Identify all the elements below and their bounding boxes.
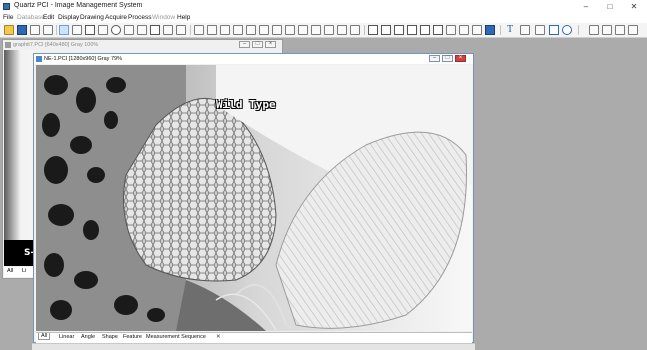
- text-tool-icon[interactable]: T: [505, 25, 515, 35]
- tab-all[interactable]: All: [38, 333, 51, 340]
- menu-help[interactable]: Help: [177, 14, 190, 21]
- menu-display[interactable]: Display: [58, 14, 79, 21]
- tab-close-icon[interactable]: ✕: [216, 334, 221, 340]
- image-content: [4, 50, 34, 240]
- app-title: Quartz PCI - Image Management System: [14, 2, 143, 9]
- image-canvas[interactable]: S-: [4, 50, 34, 266]
- line-tool-icon[interactable]: [520, 25, 530, 35]
- measure-length-icon[interactable]: [194, 25, 204, 35]
- camera-icon[interactable]: [485, 25, 495, 35]
- horizontal-scrollbar[interactable]: [32, 343, 475, 350]
- toolbar-separator: [190, 25, 191, 35]
- window-icon: [5, 42, 11, 48]
- ellipse-select-icon[interactable]: [111, 25, 121, 35]
- close-button[interactable]: ✕: [623, 0, 645, 13]
- filter-icon[interactable]: [259, 25, 269, 35]
- grid-4-icon[interactable]: [628, 25, 638, 35]
- point-roi-icon[interactable]: [433, 25, 443, 35]
- crop-icon[interactable]: [150, 25, 160, 35]
- window-minimize-button[interactable]: –: [429, 55, 440, 62]
- freehand-roi-icon[interactable]: [407, 25, 417, 35]
- layers-icon[interactable]: [472, 25, 482, 35]
- ellipse-shape-icon[interactable]: [562, 25, 572, 35]
- grid-3-icon[interactable]: [615, 25, 625, 35]
- colormap-icon[interactable]: [285, 25, 295, 35]
- app-icon: [3, 3, 10, 10]
- crosshair-icon[interactable]: [459, 25, 469, 35]
- copy-icon[interactable]: [43, 25, 53, 35]
- window-title: NE-1.PCI [1280x960] Gray 79%: [34, 54, 473, 64]
- ruler-icon[interactable]: [220, 25, 230, 35]
- app-title-bar: Quartz PCI - Image Management System – □…: [0, 0, 647, 13]
- save-icon[interactable]: [17, 25, 27, 35]
- link-icon[interactable]: [535, 25, 545, 35]
- tab-linear[interactable]: Li: [22, 268, 26, 274]
- menu-database[interactable]: Database: [17, 14, 45, 21]
- window-close-button[interactable]: ×: [455, 55, 466, 62]
- image-window-ne1[interactable]: NE-1.PCI [1280x960] Gray 79% – □ × Wild …: [33, 53, 474, 343]
- window-maximize-button[interactable]: □: [442, 55, 453, 62]
- polygon-roi-icon[interactable]: [394, 25, 404, 35]
- refresh-icon[interactable]: [350, 25, 360, 35]
- histogram-icon[interactable]: [246, 25, 256, 35]
- grid-2-icon[interactable]: [602, 25, 612, 35]
- freehand-select-icon[interactable]: [137, 25, 147, 35]
- measurement-tabs: All Li: [4, 267, 34, 277]
- window-maximize-button[interactable]: □: [252, 41, 263, 48]
- toolbar-separator: [56, 25, 57, 35]
- rectangle-roi-icon[interactable]: [368, 25, 378, 35]
- tab-feature[interactable]: Feature: [123, 334, 142, 340]
- menu-edit[interactable]: Edit: [43, 14, 54, 21]
- maximize-button[interactable]: □: [599, 0, 621, 13]
- target-icon[interactable]: [163, 25, 173, 35]
- grid-1-icon[interactable]: [589, 25, 599, 35]
- tab-shape[interactable]: Shape: [102, 334, 118, 340]
- enhance-icon[interactable]: [272, 25, 282, 35]
- menu-window[interactable]: Window: [152, 14, 175, 21]
- zoom-fit-icon[interactable]: [324, 25, 334, 35]
- sem-image-canvas[interactable]: Wild Type: [36, 65, 472, 331]
- toolbar-separator: [578, 25, 579, 35]
- pointer-icon[interactable]: [59, 25, 69, 35]
- menu-drawing[interactable]: Drawing: [80, 14, 104, 21]
- measure-angle-icon[interactable]: [207, 25, 217, 35]
- calibration-icon[interactable]: [233, 25, 243, 35]
- zoom-out-icon[interactable]: [311, 25, 321, 35]
- tab-linear[interactable]: Linear: [59, 334, 74, 340]
- ellipse-roi-icon[interactable]: [381, 25, 391, 35]
- minimize-button[interactable]: –: [575, 0, 597, 13]
- magnify-icon[interactable]: [298, 25, 308, 35]
- window-minimize-button[interactable]: –: [239, 41, 250, 48]
- zoom-actual-icon[interactable]: [337, 25, 347, 35]
- window-close-button[interactable]: ×: [265, 41, 276, 48]
- zoom-in-icon[interactable]: [72, 25, 82, 35]
- line-roi-icon[interactable]: [420, 25, 430, 35]
- tab-angle[interactable]: Angle: [81, 334, 95, 340]
- menu-process[interactable]: Process: [128, 14, 151, 21]
- toolbar-separator: [500, 25, 501, 35]
- open-folder-icon[interactable]: [4, 25, 14, 35]
- measurement-tabs: All Linear Angle Shape Feature Measureme…: [36, 332, 472, 343]
- image-overlay-label: Wild Type: [216, 98, 276, 111]
- window-icon: [36, 56, 42, 62]
- hand-icon[interactable]: [98, 25, 108, 35]
- count-icon[interactable]: [446, 25, 456, 35]
- print-icon[interactable]: [30, 25, 40, 35]
- toolbar-separator: [364, 25, 365, 35]
- menu-acquire[interactable]: Acquire: [105, 14, 127, 21]
- menu-file[interactable]: File: [3, 14, 13, 21]
- rectangle-shape-icon[interactable]: [549, 25, 559, 35]
- polygon-select-icon[interactable]: [124, 25, 134, 35]
- toolbar: T: [0, 23, 647, 38]
- grid-select-icon[interactable]: [176, 25, 186, 35]
- tab-all[interactable]: All: [7, 268, 13, 274]
- tab-measurement-sequence[interactable]: Measurement Sequence: [146, 334, 206, 340]
- select-rect-icon[interactable]: [85, 25, 95, 35]
